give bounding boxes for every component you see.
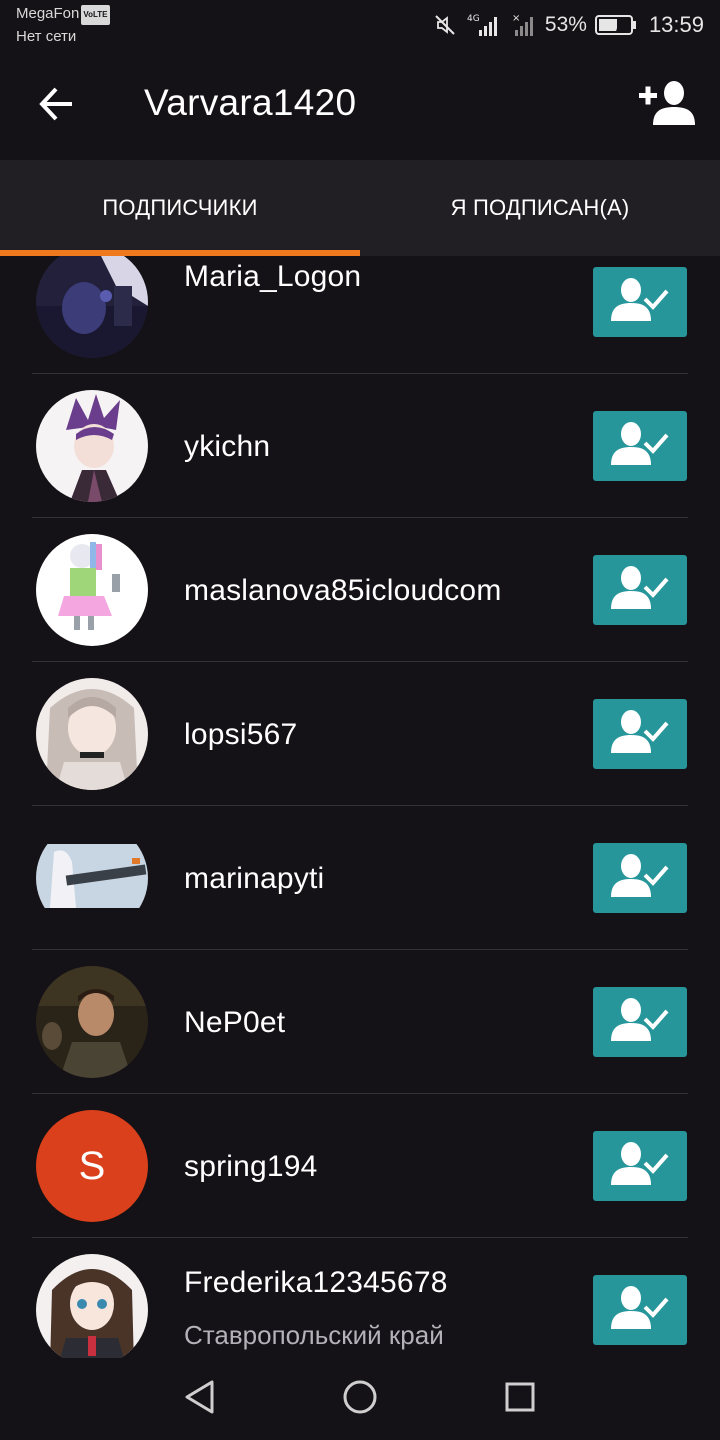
avatar[interactable] [36, 256, 148, 358]
following-button[interactable] [593, 267, 687, 337]
avatar[interactable] [36, 966, 148, 1078]
circle-home-icon [342, 1379, 378, 1420]
battery-icon [594, 14, 637, 36]
mute-icon [433, 13, 457, 37]
app-bar: Varvara1420 [0, 52, 720, 160]
following-button[interactable] [593, 555, 687, 625]
battery-percent: 53% [544, 13, 587, 36]
signal-x-icon: × [511, 12, 537, 38]
add-friend-button[interactable] [638, 78, 698, 134]
username: NeP0et [184, 1006, 286, 1039]
volte-badge: VoLTE [81, 5, 110, 25]
following-button[interactable] [593, 411, 687, 481]
square-recents-icon [502, 1379, 538, 1420]
status-icons: 4G × 53% 13:59 [433, 10, 704, 40]
clock: 13:59 [648, 12, 704, 37]
user-check-icon [611, 277, 669, 328]
list-item[interactable]: S spring194 [0, 1094, 720, 1238]
username: spring194 [184, 1150, 318, 1183]
tab-bar: ПОДПИСЧИКИ Я ПОДПИСАН(А) [0, 160, 720, 256]
username: Maria_Logon [184, 260, 362, 293]
user-check-icon [611, 997, 669, 1048]
tab-followers[interactable]: ПОДПИСЧИКИ [0, 160, 360, 256]
avatar[interactable] [36, 678, 148, 790]
user-check-icon [611, 709, 669, 760]
nav-home-button[interactable] [337, 1376, 383, 1422]
system-nav-bar [0, 1358, 720, 1440]
username: lopsi567 [184, 718, 298, 751]
avatar[interactable]: S [36, 1110, 148, 1222]
status-bar: MegaFon VoLTE Нет сети 4G × 53% 13:59 [0, 0, 720, 52]
list-item[interactable]: ykichn [0, 374, 720, 518]
following-button[interactable] [593, 843, 687, 913]
back-button[interactable] [30, 80, 82, 132]
following-button[interactable] [593, 1275, 687, 1345]
following-button[interactable] [593, 1131, 687, 1201]
followers-list[interactable]: Maria_Logon ykichn maslanova85icloudcom … [0, 256, 720, 1358]
signal-4g-icon: 4G [465, 12, 503, 38]
list-item[interactable]: Maria_Logon [0, 256, 720, 374]
carrier-label: MegaFon [16, 5, 80, 22]
user-check-icon [611, 1285, 669, 1336]
username: maslanova85icloudcom [184, 574, 502, 607]
avatar[interactable] [36, 534, 148, 646]
avatar[interactable] [36, 390, 148, 502]
list-item[interactable]: lopsi567 [0, 662, 720, 806]
tab-following[interactable]: Я ПОДПИСАН(А) [360, 160, 720, 256]
user-check-icon [611, 565, 669, 616]
network-type-label: 4G [467, 14, 480, 24]
list-item[interactable]: Frederika12345678 Ставропольский край [0, 1238, 720, 1358]
list-item[interactable]: maslanova85icloudcom [0, 518, 720, 662]
username: ykichn [184, 430, 271, 463]
carrier-name: MegaFon VoLTE [16, 5, 110, 25]
avatar[interactable] [36, 822, 148, 934]
list-item[interactable]: NeP0et [0, 950, 720, 1094]
nav-recents-button[interactable] [497, 1376, 543, 1422]
page-title: Varvara1420 [144, 82, 357, 123]
triangle-back-icon [182, 1379, 218, 1420]
avatar[interactable] [36, 1254, 148, 1358]
user-location: Ставропольский край [184, 1320, 444, 1350]
list-item[interactable]: marinapyti [0, 806, 720, 950]
nav-back-button[interactable] [177, 1376, 223, 1422]
svg-text:×: × [512, 13, 520, 24]
user-check-icon [611, 421, 669, 472]
arrow-left-icon [36, 84, 76, 129]
add-user-icon [639, 79, 697, 134]
username: Frederika12345678 [184, 1266, 448, 1299]
username: marinapyti [184, 862, 325, 895]
following-button[interactable] [593, 699, 687, 769]
user-check-icon [611, 1141, 669, 1192]
network-status: Нет сети [16, 28, 77, 45]
user-check-icon [611, 853, 669, 904]
following-button[interactable] [593, 987, 687, 1057]
